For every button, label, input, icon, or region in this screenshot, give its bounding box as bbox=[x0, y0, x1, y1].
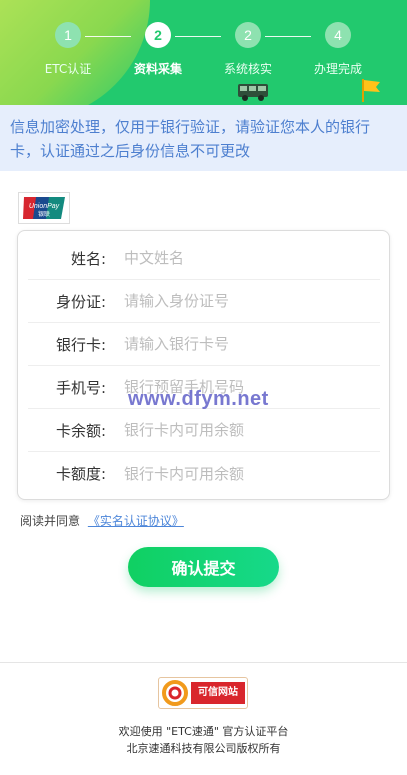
field-label: 身份证: bbox=[55, 292, 106, 311]
step-number: 2 bbox=[235, 22, 261, 48]
credit-limit-input[interactable] bbox=[124, 464, 380, 483]
trusted-site-label: 可信网站 bbox=[191, 682, 245, 704]
progress-header: 1 ETC认证 2 资料采集 2 系统核实 4 办理完成 bbox=[0, 0, 407, 105]
step-complete: 4 办理完成 bbox=[293, 22, 383, 77]
footer-copyright: 北京速通科技有限公司版权所有 bbox=[126, 742, 281, 755]
footer-divider bbox=[0, 662, 407, 663]
field-label: 姓名: bbox=[70, 249, 106, 268]
svg-text:银联: 银联 bbox=[38, 210, 50, 218]
name-input[interactable] bbox=[124, 249, 380, 267]
watermark-text: www.dfym.net bbox=[128, 388, 269, 410]
security-notice: 信息加密处理，仅用于银行验证，请验证您本人的银行卡，认证通过之后身份信息不可更改 bbox=[0, 105, 407, 171]
step-label: 系统核实 bbox=[223, 62, 272, 76]
agreement-prefix: 阅读并同意 bbox=[20, 514, 81, 528]
bank-card-form: 姓名: 身份证: 银行卡: 手机号: 卡余额: 卡额度: bbox=[17, 230, 390, 500]
unionpay-logo: UnionPay 银联 bbox=[18, 192, 70, 224]
step-label: 资料采集 bbox=[133, 62, 182, 76]
agreement-link[interactable]: 《实名认证协议》 bbox=[88, 514, 184, 528]
svg-text:UnionPay: UnionPay bbox=[29, 203, 60, 210]
id-card-input[interactable] bbox=[124, 292, 380, 310]
step-etc-auth: 1 ETC认证 bbox=[23, 22, 113, 77]
step-info-collect: 2 资料采集 bbox=[113, 22, 203, 77]
step-label: ETC认证 bbox=[44, 62, 92, 76]
flag-icon bbox=[362, 79, 380, 102]
step-system-verify: 2 系统核实 bbox=[203, 22, 293, 77]
field-label: 卡额度: bbox=[55, 465, 106, 483]
field-label: 手机号: bbox=[55, 378, 106, 397]
form-row-credit-limit: 卡额度: bbox=[28, 452, 380, 495]
submit-button[interactable]: 确认提交 bbox=[128, 547, 279, 587]
agreement-line: 阅读并同意 《实名认证协议》 bbox=[20, 512, 184, 529]
step-number: 4 bbox=[325, 22, 351, 48]
trust-seal-icon bbox=[162, 680, 188, 706]
form-row-balance: 卡余额: bbox=[28, 409, 380, 452]
bank-card-input[interactable] bbox=[124, 335, 380, 353]
step-number: 1 bbox=[55, 22, 81, 48]
step-number: 2 bbox=[145, 22, 171, 48]
form-row-name: 姓名: bbox=[28, 237, 380, 280]
balance-input[interactable] bbox=[124, 421, 380, 439]
truck-icon bbox=[238, 84, 268, 101]
step-label: 办理完成 bbox=[313, 62, 362, 76]
form-row-id-card: 身份证: bbox=[28, 280, 380, 323]
field-label: 卡余额: bbox=[55, 421, 106, 440]
field-label: 银行卡: bbox=[55, 335, 106, 354]
form-row-bank-card: 银行卡: bbox=[28, 323, 380, 366]
unionpay-icon: UnionPay 银联 bbox=[23, 197, 65, 219]
trusted-site-badge[interactable]: 可信网站 bbox=[158, 677, 248, 709]
footer-welcome: 欢迎使用 "ETC速通" 官方认证平台 bbox=[118, 725, 289, 738]
